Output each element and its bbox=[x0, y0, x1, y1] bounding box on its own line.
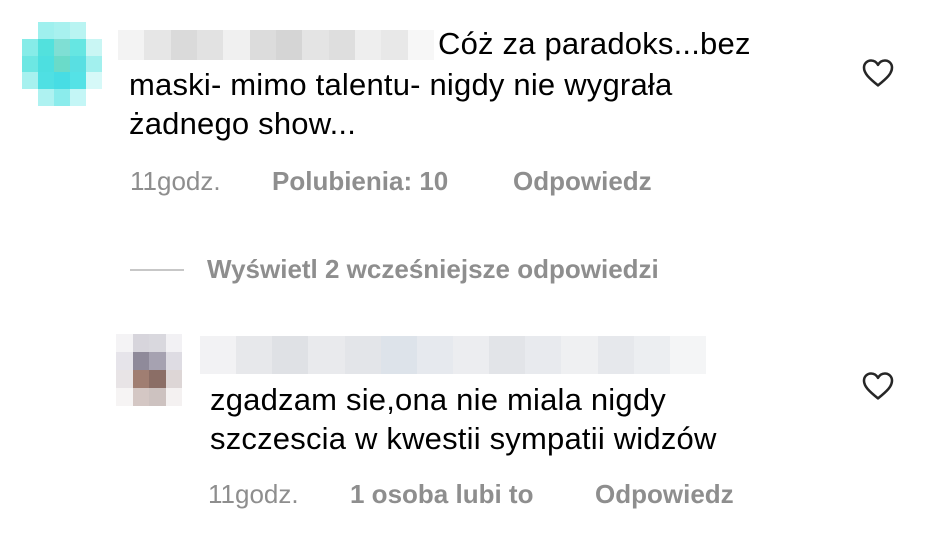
comment-timestamp: 11godz. bbox=[130, 166, 221, 196]
reply-button[interactable]: Odpowiedz bbox=[595, 478, 734, 510]
comment-text-line: zgadzam sie,ona nie miala nigdy bbox=[210, 382, 666, 417]
view-earlier-replies-button[interactable]: Wyświetl 2 wcześniejsze odpowiedzi bbox=[207, 253, 659, 285]
avatar[interactable] bbox=[116, 334, 182, 406]
username-blurred[interactable] bbox=[200, 336, 706, 374]
comment-text-line: żadnego show... bbox=[129, 106, 357, 141]
replies-divider-line bbox=[130, 269, 184, 271]
heart-outline-icon[interactable] bbox=[862, 58, 894, 88]
comment-timestamp: 11godz. bbox=[208, 479, 299, 509]
username-blurred[interactable] bbox=[118, 30, 434, 60]
comment-text-line: szczescia w kwestii sympatii widzów bbox=[210, 421, 717, 456]
likes-count-link[interactable]: Polubienia: 10 bbox=[272, 165, 448, 197]
heart-outline-icon[interactable] bbox=[862, 371, 894, 401]
avatar[interactable] bbox=[22, 22, 102, 106]
comment-text-line: Cóż za paradoks...bez bbox=[438, 26, 751, 61]
likes-count-link[interactable]: 1 osoba lubi to bbox=[350, 478, 533, 510]
reply-button[interactable]: Odpowiedz bbox=[513, 165, 652, 197]
comment-text-line: maski- mimo talentu- nigdy nie wygrała bbox=[129, 67, 673, 102]
